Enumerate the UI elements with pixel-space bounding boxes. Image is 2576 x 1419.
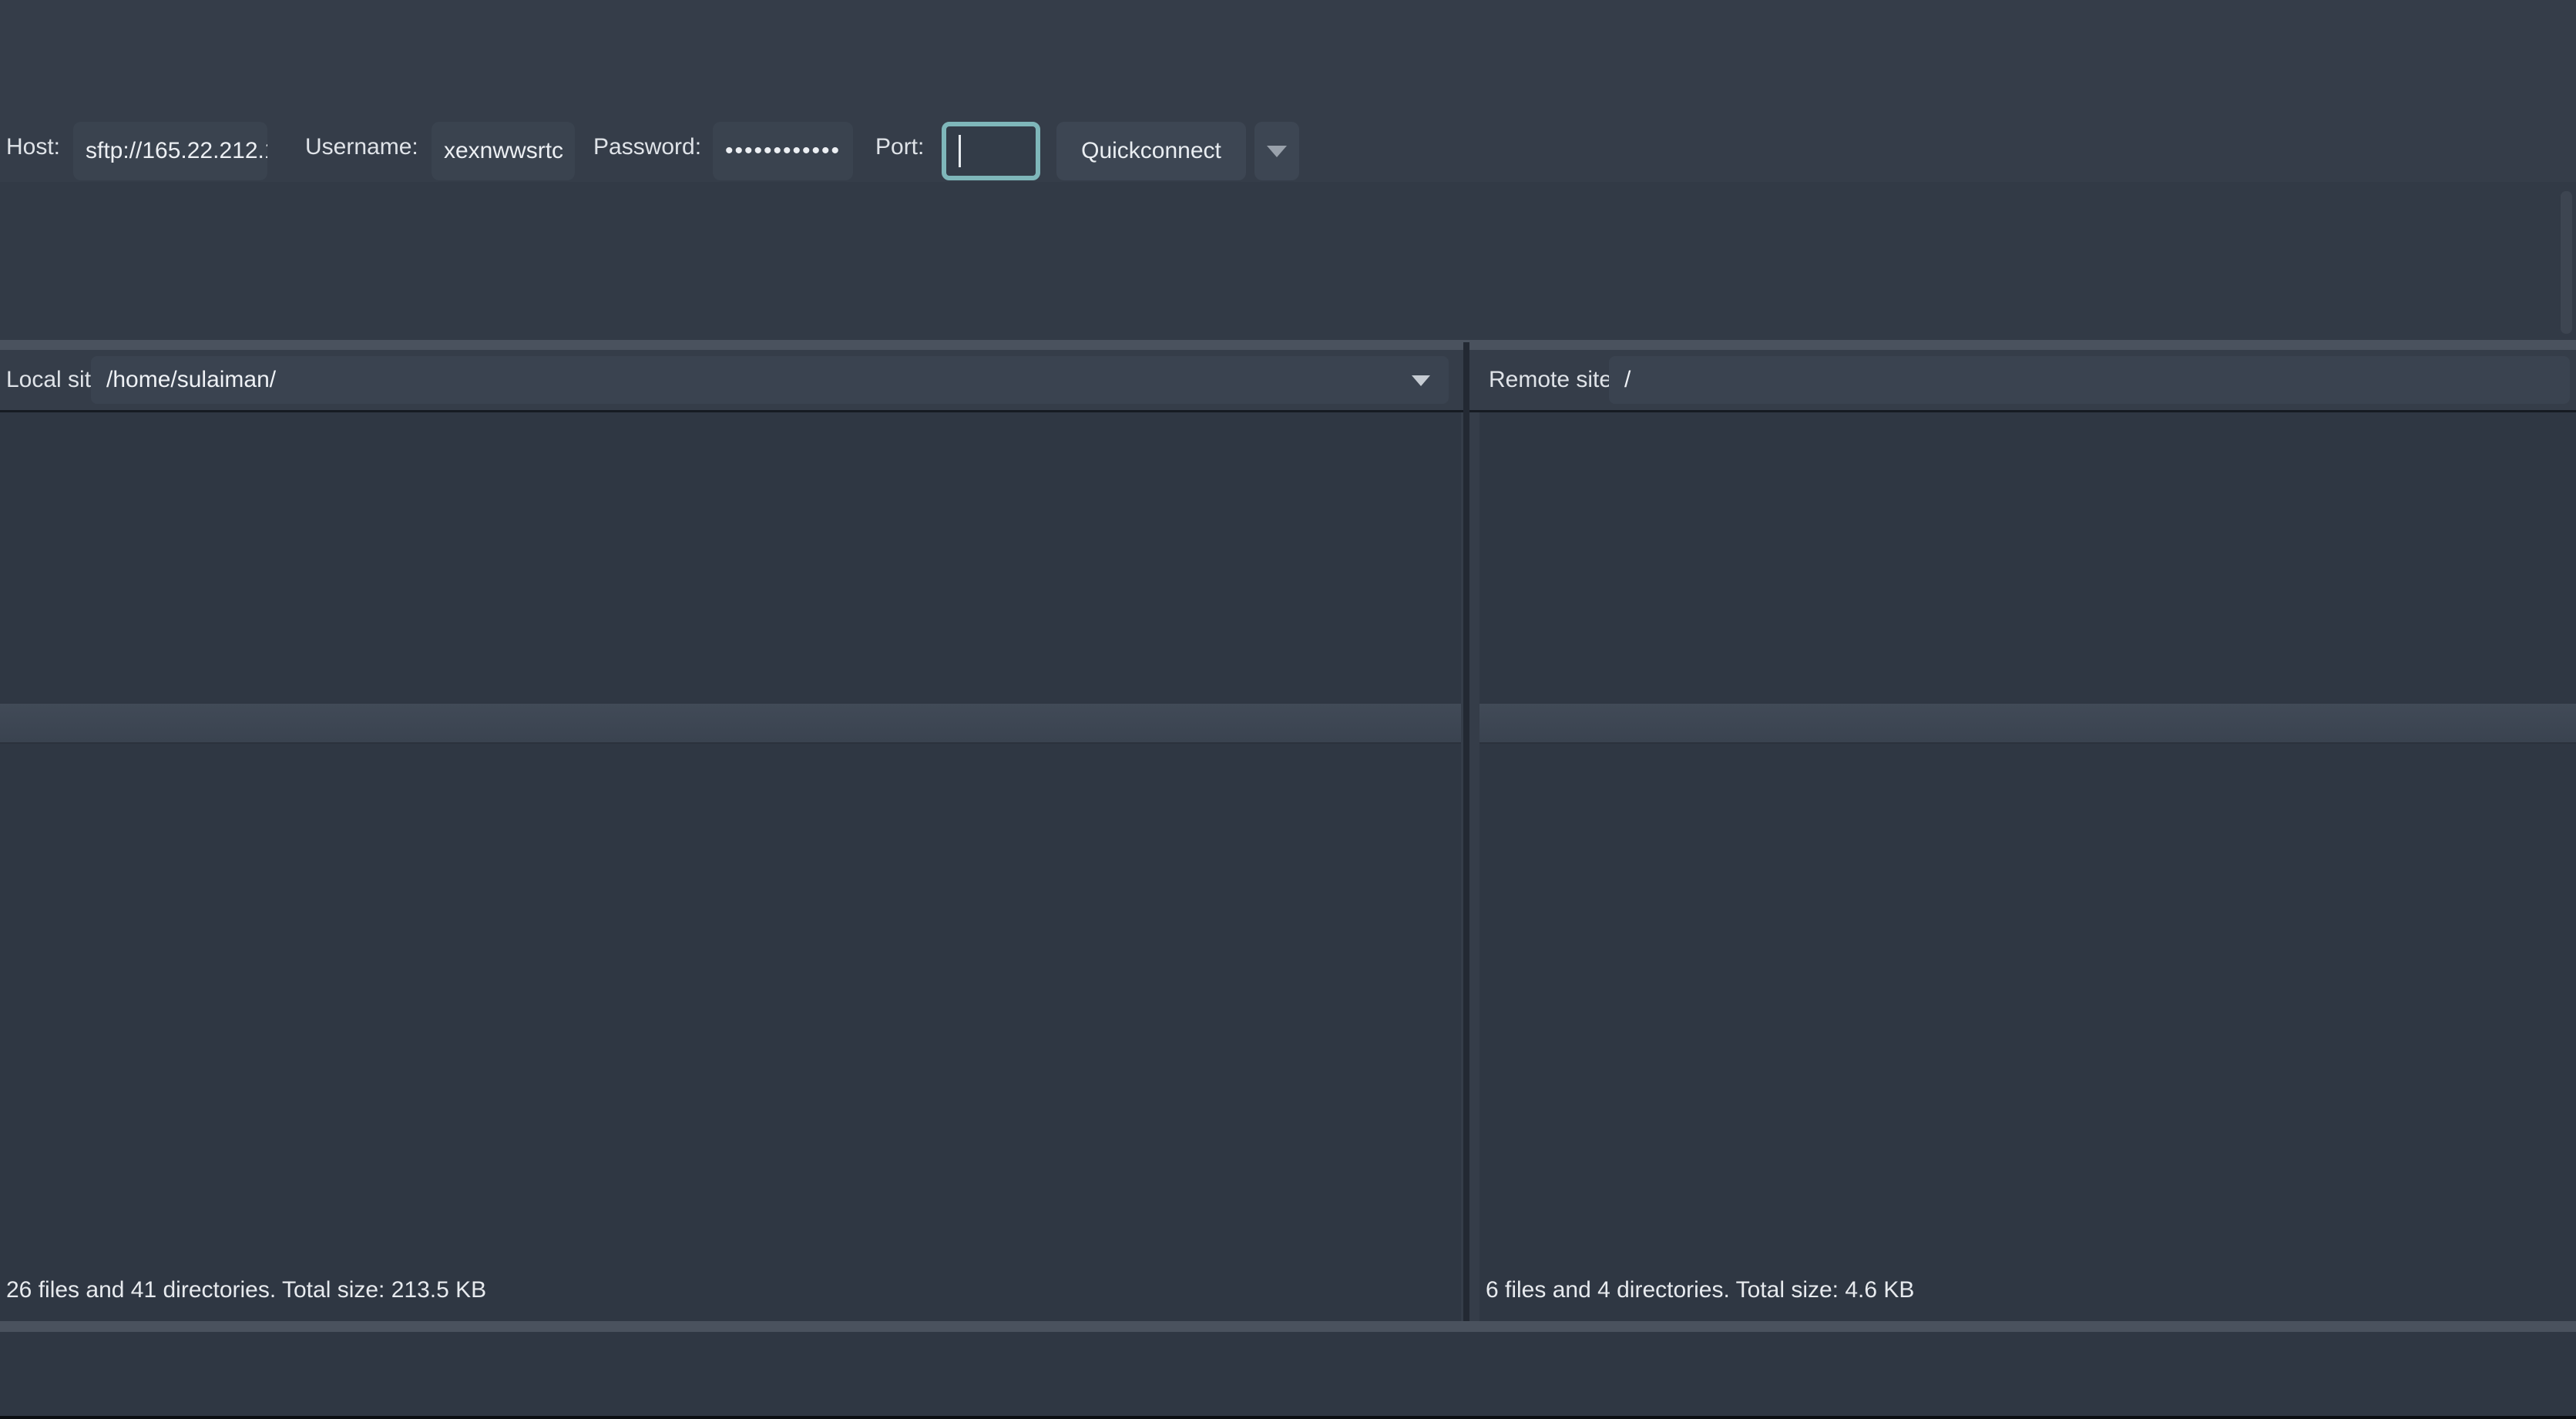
vertical-pane-splitter[interactable] (1463, 342, 1469, 1321)
window-edge (0, 1416, 2576, 1419)
quickconnect-dropdown[interactable] (1254, 122, 1299, 180)
chevron-down-icon[interactable] (1412, 375, 1430, 386)
remote-file-list (1479, 745, 2576, 1269)
port-input[interactable] (942, 122, 1040, 180)
host-input[interactable]: sftp://165.22.212.1 (73, 122, 267, 180)
horizontal-splitter-top[interactable] (0, 340, 2576, 350)
port-label: Port: (875, 134, 924, 160)
remote-status-bar: 6 files and 4 directories. Total size: 4… (1486, 1269, 1914, 1312)
menu-bar (0, 0, 2576, 48)
chevron-down-icon (1267, 146, 1287, 157)
password-input[interactable]: •••••••••••• (713, 122, 853, 180)
local-status-bar: 26 files and 41 directories. Total size:… (6, 1269, 486, 1312)
username-input[interactable]: xexnwwsrtc (432, 122, 575, 180)
remote-directory-tree (1479, 412, 2576, 704)
filezilla-window: Host: sftp://165.22.212.1 Username: xexn… (0, 0, 2576, 1419)
local-directory-tree (0, 412, 1461, 704)
text-caret (959, 135, 961, 167)
quickconnect-button[interactable]: Quickconnect (1056, 122, 1246, 180)
remote-list-header (1479, 704, 2576, 744)
horizontal-splitter-bottom[interactable] (0, 1321, 2576, 1332)
local-file-list (0, 745, 1461, 1269)
log-scrollbar[interactable] (2561, 191, 2572, 334)
remote-site-combo[interactable]: / (1609, 356, 2570, 404)
message-log (0, 182, 2576, 340)
local-list-header (0, 704, 1461, 744)
transfer-queue (0, 1332, 2576, 1419)
remote-site-path: / (1624, 367, 1631, 392)
toolbar (0, 48, 2576, 120)
username-label: Username: (305, 134, 418, 160)
remote-site-label: Remote site: (1489, 367, 1618, 393)
password-label: Password: (593, 134, 701, 160)
local-site-combo[interactable]: /home/sulaiman/ (91, 356, 1449, 404)
transfer-queue-header (0, 1340, 2576, 1387)
local-site-path: /home/sulaiman/ (106, 367, 276, 392)
host-label: Host: (6, 134, 60, 160)
